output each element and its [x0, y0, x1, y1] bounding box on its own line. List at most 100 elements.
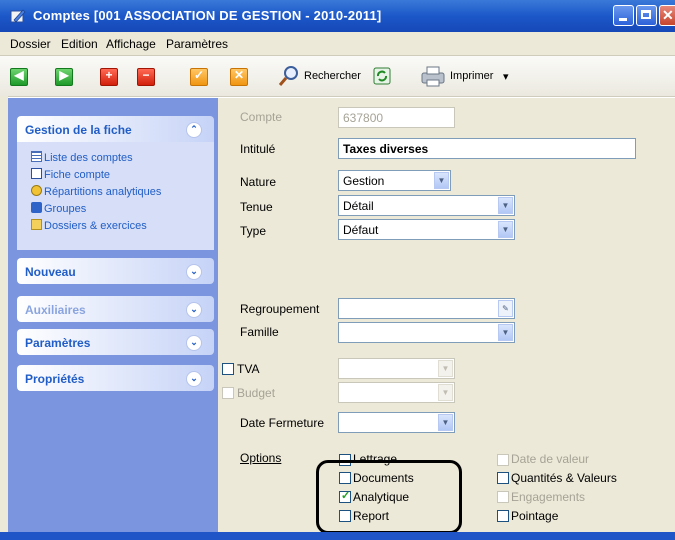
- panel-nouveau-title: Nouveau: [25, 265, 76, 279]
- label-tenue: Tenue: [240, 200, 273, 214]
- panel-gestion-body: Liste des comptes Fiche compte Répartiti…: [17, 142, 214, 250]
- cross-icon: ✕: [233, 68, 245, 82]
- menu-affichage[interactable]: Affichage: [106, 37, 156, 51]
- chevron-up-icon[interactable]: ⌃: [186, 122, 202, 138]
- label-date-valeur: Date de valeur: [511, 452, 590, 466]
- type-value: Défaut: [343, 223, 379, 237]
- chevron-down-icon[interactable]: ⌄: [186, 335, 202, 351]
- window-title: Comptes [001 ASSOCIATION DE GESTION - 20…: [33, 8, 382, 23]
- regroupement-field[interactable]: ✎: [338, 298, 515, 319]
- next-record-button[interactable]: ▶: [55, 68, 73, 86]
- chevron-down-icon[interactable]: ▼: [498, 197, 513, 214]
- search-label: Rechercher: [304, 70, 361, 82]
- chevron-down-icon: ▼: [438, 360, 453, 377]
- chevron-down-icon[interactable]: ⌄: [186, 371, 202, 387]
- link-label: Dossiers & exercices: [44, 220, 147, 232]
- validate-button[interactable]: ✓: [190, 68, 208, 86]
- tenue-select[interactable]: Détail ▼: [338, 195, 515, 216]
- panel-gestion-title: Gestion de la fiche: [25, 123, 132, 137]
- first-record-button[interactable]: ◀: [10, 68, 28, 86]
- tva-checkbox[interactable]: [222, 363, 234, 375]
- folder-icon: [31, 219, 42, 230]
- toolbar: ◀ ▶ + − ✓ ✕ Rechercher Imprimer ▾: [0, 56, 675, 97]
- link-label: Répartitions analytiques: [44, 186, 162, 198]
- quantites-valeurs-checkbox[interactable]: [497, 472, 509, 484]
- chevron-down-icon[interactable]: ▼: [438, 414, 453, 431]
- magnifier-icon: [278, 66, 298, 86]
- label-intitule: Intitulé: [240, 142, 276, 156]
- close-button[interactable]: ✕: [659, 5, 675, 26]
- engagements-checkbox: [497, 491, 509, 503]
- edit-icon[interactable]: ✎: [498, 300, 513, 317]
- menu-bar: Dossier Edition Affichage Paramètres: [0, 32, 675, 56]
- add-button[interactable]: +: [100, 68, 118, 86]
- search-button[interactable]: Rechercher: [276, 62, 362, 90]
- link-label: Liste des comptes: [44, 152, 133, 164]
- link-repartitions-analytiques[interactable]: Répartitions analytiques: [31, 185, 161, 198]
- arrow-left-icon: ◀: [14, 68, 24, 82]
- link-fiche-compte[interactable]: Fiche compte: [31, 168, 110, 181]
- panel-proprietes-header[interactable]: Propriétés ⌄: [17, 365, 214, 391]
- print-label: Imprimer: [450, 70, 494, 82]
- chevron-down-icon[interactable]: ⌄: [186, 264, 202, 280]
- menu-parametres[interactable]: Paramètres: [166, 37, 228, 51]
- maximize-button[interactable]: [636, 5, 657, 26]
- menu-dossier[interactable]: Dossier: [10, 37, 51, 51]
- print-dropdown-icon[interactable]: ▾: [503, 70, 509, 83]
- window-bottom-border: [0, 532, 675, 540]
- tva-select: ▼: [338, 358, 455, 379]
- label-engagements: Engagements: [511, 490, 586, 504]
- date-fermeture-field[interactable]: ▼: [338, 412, 455, 433]
- minus-icon: −: [142, 68, 150, 82]
- famille-select[interactable]: ▼: [338, 322, 515, 343]
- link-label: Fiche compte: [44, 169, 111, 181]
- compte-field: 637800: [338, 107, 455, 128]
- pointage-checkbox[interactable]: [497, 510, 509, 522]
- nature-value: Gestion: [343, 174, 385, 188]
- chevron-down-icon[interactable]: ⌄: [186, 302, 202, 318]
- label-options: Options: [240, 451, 282, 465]
- budget-select: ▼: [338, 382, 455, 403]
- delete-button[interactable]: −: [137, 68, 155, 86]
- list-icon: [31, 151, 42, 162]
- label-date-fermeture: Date Fermeture: [240, 416, 325, 430]
- label-type: Type: [240, 224, 267, 238]
- intitule-field[interactable]: Taxes diverses: [338, 138, 636, 159]
- chevron-down-icon[interactable]: ▼: [498, 324, 513, 341]
- date-valeur-checkbox: [497, 454, 509, 466]
- label-budget: Budget: [237, 386, 276, 400]
- link-liste-comptes[interactable]: Liste des comptes: [31, 151, 133, 164]
- link-dossiers-exercices[interactable]: Dossiers & exercices: [31, 219, 147, 232]
- nature-select[interactable]: Gestion ▼: [338, 170, 451, 191]
- label-nature: Nature: [240, 175, 277, 189]
- menu-edition[interactable]: Edition: [61, 37, 98, 51]
- panel-auxiliaires-title: Auxiliaires: [25, 303, 86, 317]
- key-icon: [31, 185, 42, 196]
- chevron-down-icon: ▼: [438, 384, 453, 401]
- group-icon: [31, 202, 42, 213]
- panel-parametres-header[interactable]: Paramètres ⌄: [17, 329, 214, 355]
- minimize-button[interactable]: [613, 5, 634, 26]
- panel-parametres-title: Paramètres: [25, 336, 91, 350]
- label-pointage: Pointage: [511, 509, 559, 523]
- panel-proprietes-title: Propriétés: [25, 372, 85, 386]
- label-compte: Compte: [240, 110, 283, 124]
- window-left-edge: [0, 96, 8, 540]
- panel-gestion-header[interactable]: Gestion de la fiche ⌃: [17, 116, 214, 142]
- plus-icon: +: [105, 68, 113, 82]
- type-select[interactable]: Défaut ▼: [338, 219, 515, 240]
- tenue-value: Détail: [343, 199, 374, 213]
- check-icon: ✓: [193, 68, 205, 82]
- close-icon: ✕: [662, 7, 674, 23]
- panel-auxiliaires-header[interactable]: Auxiliaires ⌄: [17, 296, 214, 322]
- link-groupes[interactable]: Groupes: [31, 202, 86, 215]
- cancel-button[interactable]: ✕: [230, 68, 248, 86]
- print-button[interactable]: Imprimer ▾: [418, 62, 518, 90]
- title-bar: Comptes [001 ASSOCIATION DE GESTION - 20…: [0, 0, 675, 32]
- label-regroupement: Regroupement: [240, 302, 320, 316]
- panel-nouveau-header[interactable]: Nouveau ⌄: [17, 258, 214, 284]
- refresh-icon[interactable]: [373, 67, 391, 85]
- chevron-down-icon[interactable]: ▼: [498, 221, 513, 238]
- chevron-down-icon[interactable]: ▼: [434, 172, 449, 189]
- app-icon: [10, 9, 26, 23]
